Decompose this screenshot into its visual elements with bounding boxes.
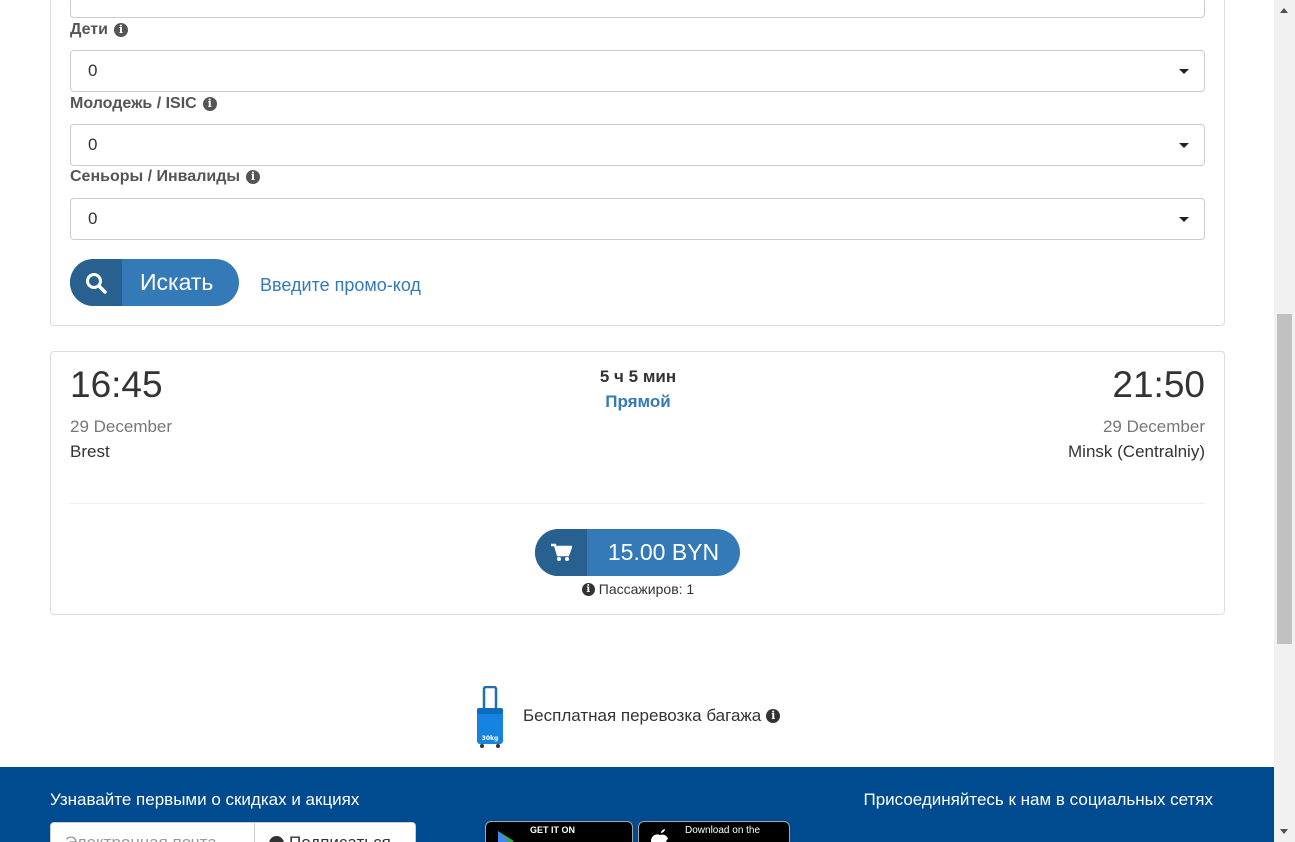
cart-icon — [535, 529, 587, 576]
arrow-circle-icon — [269, 836, 284, 842]
search-icon — [70, 259, 122, 306]
scrollbar-thumb[interactable] — [1277, 314, 1292, 644]
trip-duration: 5 ч 5 мин — [599, 367, 677, 386]
search-button[interactable]: Искать — [70, 259, 239, 306]
info-icon: i — [581, 582, 595, 596]
newsletter-title: Узнавайте первыми о скидках и акциях — [50, 790, 360, 809]
subscribe-button[interactable]: Подписаться — [254, 822, 416, 842]
caret-down-icon — [1179, 217, 1189, 222]
children-select[interactable]: 0 — [70, 50, 1205, 92]
scroll-down-icon[interactable] — [1280, 829, 1288, 834]
seniors-select[interactable]: 0 — [70, 198, 1205, 240]
caret-down-icon — [1179, 143, 1189, 148]
children-label: Дети i — [70, 21, 128, 39]
app-store-badge[interactable]: Download on the — [638, 821, 790, 842]
youth-label: Молодежь / ISIC i — [70, 95, 217, 113]
departure-station: Brest — [70, 442, 110, 461]
adults-select[interactable] — [70, 0, 1205, 18]
arrival-time: 21:50 — [1112, 364, 1205, 405]
google-play-badge[interactable]: GET IT ON — [485, 821, 633, 842]
info-icon[interactable]: i — [766, 709, 781, 723]
youth-select[interactable]: 0 — [70, 124, 1205, 166]
google-play-icon — [498, 831, 514, 842]
arrival-date: 29 December — [1102, 417, 1205, 436]
suitcase-icon: 30kg — [474, 685, 506, 753]
route-type-link[interactable]: Прямой — [538, 392, 738, 412]
apple-icon — [651, 829, 668, 842]
departure-time: 16:45 — [70, 364, 163, 405]
svg-text:30kg: 30kg — [482, 735, 499, 742]
arrival-station: Minsk (Centralniy) — [1068, 442, 1205, 461]
vertical-scrollbar[interactable] — [1274, 0, 1295, 842]
passengers-count: i Пассажиров: 1 — [538, 581, 738, 597]
free-baggage-note: Бесплатная перевозка багажа i — [523, 706, 781, 726]
info-icon[interactable]: i — [113, 23, 128, 37]
buy-ticket-button[interactable]: 15.00 BYN — [535, 529, 740, 576]
caret-down-icon — [1179, 69, 1189, 74]
info-icon[interactable]: i — [202, 97, 217, 111]
seniors-label: Сеньоры / Инвалиды i — [70, 168, 261, 186]
departure-date: 29 December — [70, 417, 173, 436]
footer: Узнавайте первыми о скидках и акциях Эле… — [0, 767, 1274, 842]
social-title: Присоединяйтесь к нам в социальных сетях — [863, 790, 1213, 809]
divider — [70, 503, 1205, 504]
info-icon[interactable]: i — [246, 170, 261, 184]
scroll-up-icon[interactable] — [1280, 8, 1288, 13]
promo-code-link[interactable]: Введите промо-код — [260, 275, 421, 296]
email-input[interactable]: Электронная почта — [50, 822, 255, 842]
